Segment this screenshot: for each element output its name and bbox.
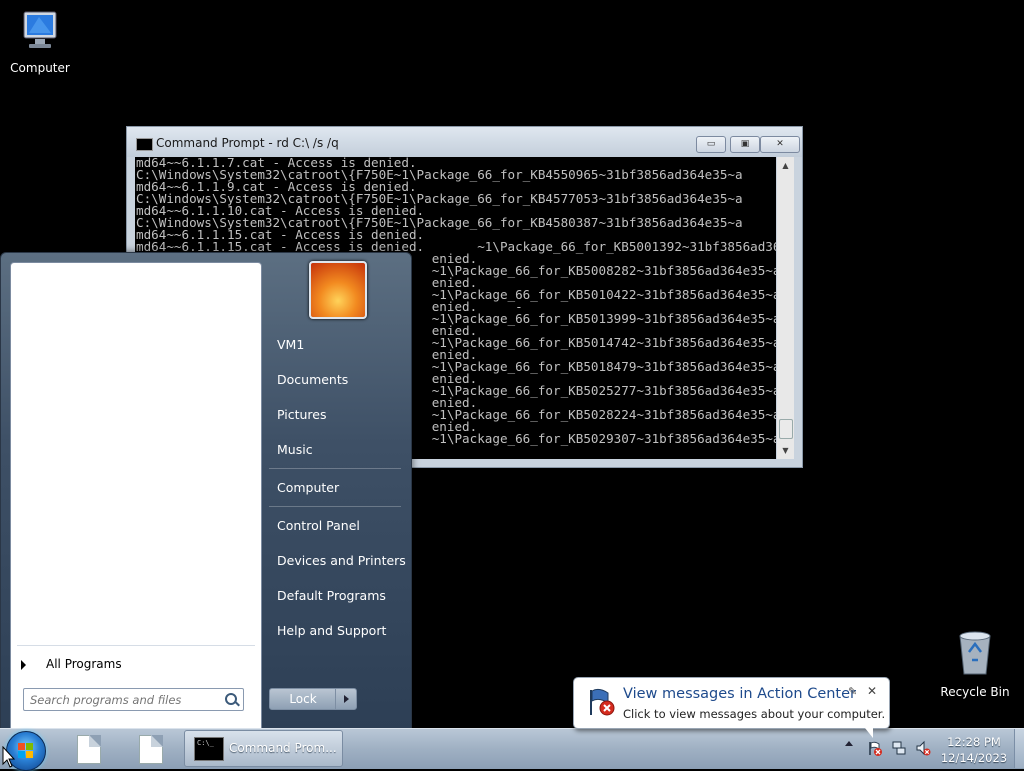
cmd-icon xyxy=(194,737,224,761)
scroll-down-arrow-icon[interactable]: ▼ xyxy=(777,442,794,459)
start-search-box[interactable] xyxy=(23,688,244,711)
taskbar-pinned-file-icon[interactable] xyxy=(77,735,101,764)
start-item-pictures[interactable]: Pictures xyxy=(277,407,327,422)
cmd-vertical-scrollbar[interactable]: ▲ ▼ xyxy=(777,157,794,459)
action-center-balloon[interactable]: View messages in Action Center Click to … xyxy=(573,677,890,738)
all-programs-button[interactable]: All Programs xyxy=(21,657,122,679)
start-item-computer[interactable]: Computer xyxy=(277,480,339,495)
show-desktop-button[interactable] xyxy=(1014,729,1024,768)
desktop-icon-computer-label: Computer xyxy=(10,61,70,75)
all-programs-label: All Programs xyxy=(46,657,122,671)
start-menu-programs-pane: All Programs xyxy=(10,262,262,729)
scroll-up-arrow-icon[interactable]: ▲ xyxy=(777,157,794,174)
desktop-icon-computer[interactable]: Computer xyxy=(0,8,80,75)
start-item-vm1[interactable]: VM1 xyxy=(277,337,304,352)
shutdown-options-arrow-icon[interactable] xyxy=(335,688,357,710)
balloon-message: Click to view messages about your comput… xyxy=(623,707,886,721)
network-icon[interactable] xyxy=(891,740,907,756)
programs-divider xyxy=(17,645,255,646)
balloon-close-button[interactable]: ✕ xyxy=(867,684,877,698)
volume-muted-icon[interactable] xyxy=(915,740,931,756)
user-avatar[interactable] xyxy=(309,261,367,319)
system-clock[interactable]: 12:28 PM 12/14/2023 xyxy=(938,734,1010,766)
start-item-devices-printers[interactable]: Devices and Printers xyxy=(277,553,406,568)
action-center-flag-icon[interactable] xyxy=(867,740,883,756)
cmd-app-icon xyxy=(136,138,153,151)
windows-logo-icon xyxy=(18,743,34,759)
mouse-cursor-icon xyxy=(2,746,16,768)
start-menu: All Programs VM1 Documents Pictures Musi… xyxy=(0,252,412,730)
close-button[interactable]: ✕ xyxy=(760,136,800,153)
lock-button[interactable]: Lock xyxy=(269,688,337,710)
start-menu-separator xyxy=(269,506,401,507)
desktop-icon-recycle-label: Recycle Bin xyxy=(940,685,1010,699)
start-item-default-programs[interactable]: Default Programs xyxy=(277,588,386,603)
cmd-title: Command Prompt - rd C:\ /s /q xyxy=(156,136,339,150)
minimize-button[interactable]: ▭ xyxy=(696,136,726,153)
recycle-bin-icon xyxy=(959,631,991,675)
clock-date: 12/14/2023 xyxy=(940,751,1008,765)
cmd-titlebar[interactable]: Command Prompt - rd C:\ /s /q ▭ ▣ ✕ xyxy=(127,127,802,157)
computer-icon xyxy=(23,11,57,48)
start-menu-separator xyxy=(269,468,401,469)
action-center-flag-icon xyxy=(590,688,615,716)
clock-time: 12:28 PM xyxy=(947,735,1001,749)
start-item-control-panel[interactable]: Control Panel xyxy=(277,518,360,533)
right-arrow-icon xyxy=(21,659,26,670)
wrench-icon[interactable]: ✎ xyxy=(848,685,857,698)
scroll-thumb[interactable] xyxy=(779,419,793,439)
search-input[interactable] xyxy=(24,690,226,710)
taskbar-task-command-prompt[interactable]: Command Prom... xyxy=(184,730,343,767)
desktop-icon-recycle-bin[interactable]: Recycle Bin xyxy=(935,630,1015,699)
start-item-documents[interactable]: Documents xyxy=(277,372,348,387)
taskbar-pinned-file-icon[interactable] xyxy=(139,735,163,764)
balloon-title[interactable]: View messages in Action Center xyxy=(623,686,856,702)
maximize-button[interactable]: ▣ xyxy=(730,136,760,153)
tray-show-hidden-icon[interactable] xyxy=(845,741,853,746)
taskbar-task-label: Command Prom... xyxy=(229,741,337,755)
search-icon[interactable] xyxy=(225,693,237,705)
start-item-help-support[interactable]: Help and Support xyxy=(277,623,386,638)
start-item-music[interactable]: Music xyxy=(277,442,313,457)
